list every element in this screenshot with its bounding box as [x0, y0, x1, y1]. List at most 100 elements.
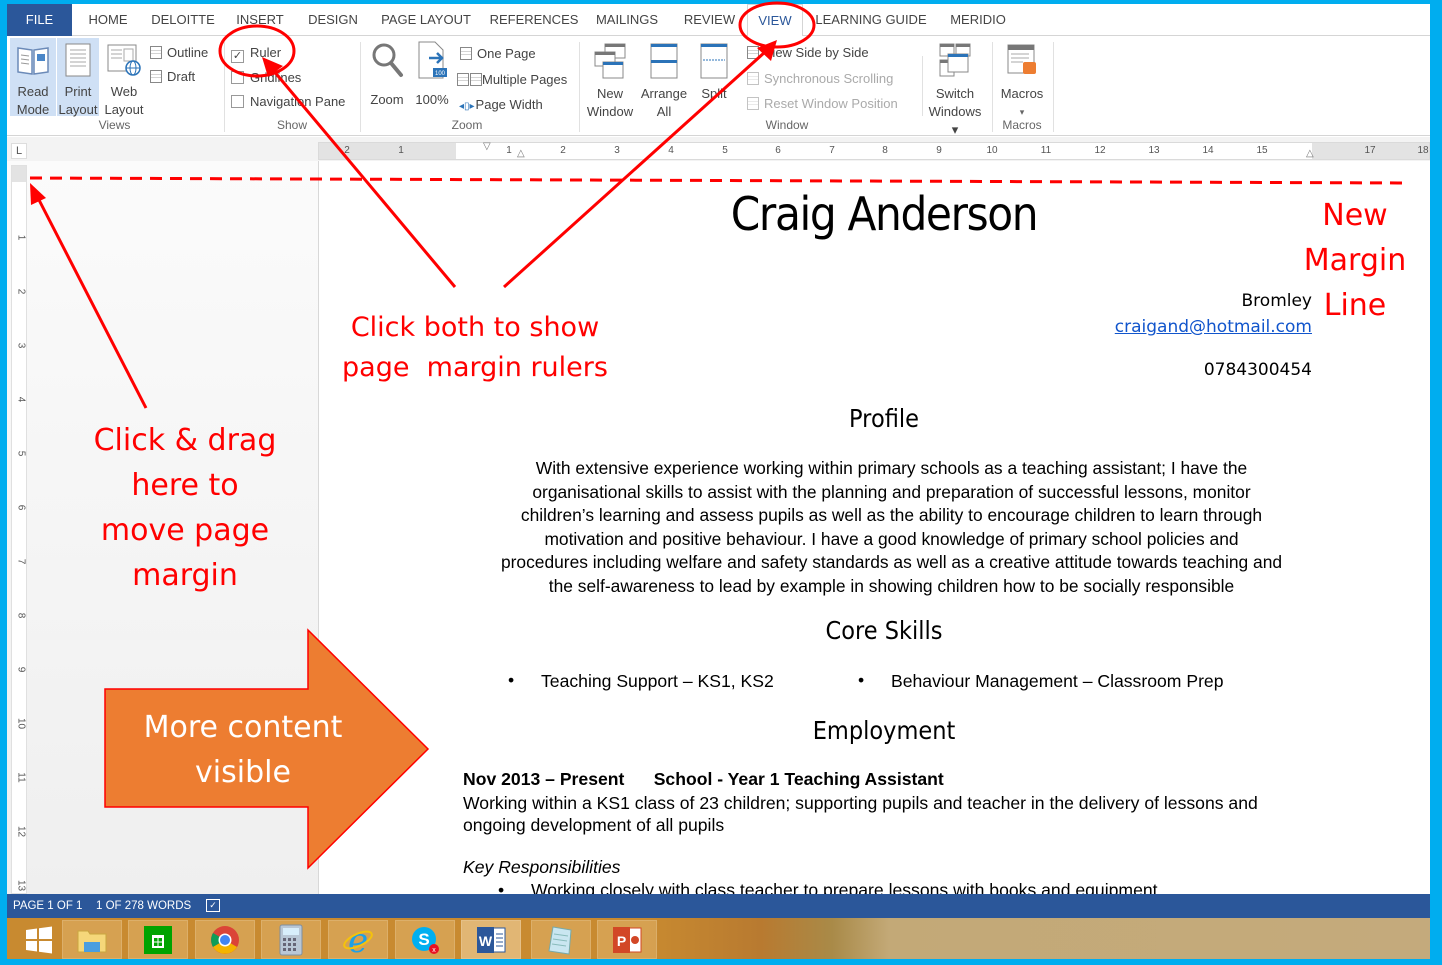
resume-email-link[interactable]: craigand@hotmail.com [1115, 317, 1312, 337]
taskbar-calculator[interactable] [261, 920, 321, 959]
new-window-label-line1: New [596, 86, 623, 101]
ruler-label: Ruler [250, 45, 282, 60]
skill-item: • Behaviour Management – Classroom Prep [858, 670, 1224, 692]
taskbar-notepad[interactable] [531, 920, 591, 959]
document-page[interactable]: Craig Anderson Bromley craigand@hotmail.… [319, 161, 1430, 894]
one-page-label: One Page [477, 46, 536, 61]
word-icon: W [477, 926, 506, 953]
new-window-button[interactable]: New Window [585, 38, 635, 119]
tab-view[interactable]: VIEW [747, 4, 803, 37]
tab-home[interactable]: HOME [80, 4, 136, 36]
navigation-pane-checkbox[interactable]: Navigation Pane [231, 93, 345, 111]
profile-heading: Profile [849, 404, 919, 433]
svg-text:x: x [432, 947, 436, 954]
one-page-button[interactable]: One Page [460, 45, 536, 63]
taskbar-skype[interactable]: Sx [395, 920, 455, 959]
split-label: Split [701, 86, 727, 101]
page-width-button[interactable]: ◂▯▸Page Width [459, 96, 543, 116]
first-line-indent-marker[interactable]: ▽ [483, 141, 491, 152]
view-side-by-side-button[interactable]: View Side by Side [747, 44, 869, 62]
tab-insert[interactable]: INSERT [230, 4, 290, 36]
profile-line: organisational skills to assist with the… [532, 481, 1251, 502]
tab-mailings[interactable]: MAILINGS [591, 4, 663, 36]
ruler-row: L 2 1 1 2 3 4 5 6 7 8 9 10 11 12 13 14 15 17 18 ▽ △ △ [7, 137, 1430, 161]
start-button[interactable] [9, 920, 69, 959]
page-width-label: Page Width [475, 97, 543, 112]
group-label-window: Window [765, 118, 809, 132]
arrange-all-label-line2: All [656, 104, 672, 119]
group-separator [1053, 42, 1054, 132]
taskbar-chrome[interactable] [195, 920, 255, 959]
profile-line: With extensive experience working within… [535, 458, 1248, 478]
ruler-tick-label: 1 [15, 234, 27, 241]
tab-deloitte[interactable]: DELOITTE [145, 4, 221, 36]
horizontal-ruler[interactable]: 2 1 1 2 3 4 5 6 7 8 9 10 11 12 13 14 15 17 18 ▽ △ △ [318, 141, 1430, 160]
web-layout-button[interactable]: Web Layout [101, 38, 147, 117]
taskbar-word[interactable]: W [461, 920, 521, 959]
view-side-by-side-label: View Side by Side [764, 45, 869, 60]
outline-label: Outline [167, 45, 209, 60]
taskbar-file-explorer[interactable] [62, 920, 122, 959]
taskbar-powerpoint[interactable]: P [597, 920, 657, 959]
group-label-show: Show [276, 118, 308, 132]
tab-learning-guide[interactable]: LEARNING GUIDE [813, 4, 929, 36]
arrange-all-button[interactable]: Arrange All [636, 38, 692, 119]
tab-stop-selector[interactable]: L [11, 143, 27, 159]
gridlines-checkbox[interactable]: Gridlines [231, 69, 301, 87]
word-count[interactable]: 1 OF 278 WORDS [96, 894, 191, 918]
tab-review[interactable]: REVIEW [677, 4, 742, 36]
proofing-icon[interactable]: ✓ [206, 899, 220, 912]
hanging-indent-marker[interactable]: △ [517, 148, 525, 159]
zoom-button[interactable]: Zoom [364, 38, 410, 116]
checkbox-checked-icon: ✓ [231, 50, 244, 63]
ruler-tick-label: 12 [1094, 145, 1106, 156]
taskbar-internet-explorer[interactable]: e [328, 920, 388, 959]
group-label-zoom: Zoom [451, 118, 483, 132]
key-responsibilities-label: Key Responsibilities [463, 857, 621, 877]
read-mode-label-line1: Read [17, 84, 49, 99]
gridlines-label: Gridlines [250, 70, 302, 85]
new-window-label-line2: Window [586, 104, 634, 119]
multiple-pages-button[interactable]: Multiple Pages [457, 71, 567, 89]
ruler-tick-label: 4 [668, 145, 674, 156]
zoom-100-label: 100% [415, 92, 449, 107]
windows-logo-icon [26, 926, 52, 953]
taskbar-store[interactable] [128, 920, 188, 959]
ruler-top-margin[interactable] [12, 166, 26, 182]
tab-design[interactable]: DESIGN [302, 4, 364, 36]
tab-page-layout[interactable]: PAGE LAYOUT [377, 4, 475, 36]
ruler-tick-label: 11 [1040, 145, 1052, 156]
draft-button[interactable]: Draft [150, 68, 195, 86]
macros-button[interactable]: Macros ▾ [995, 38, 1049, 117]
skill-item: • Teaching Support – KS1, KS2 [508, 670, 774, 692]
vertical-ruler[interactable]: 1 2 3 4 5 6 7 8 9 10 11 12 13 [11, 165, 27, 894]
tab-references[interactable]: REFERENCES [487, 4, 581, 36]
group-separator [360, 42, 361, 132]
ruler-tick-label: 11 [15, 772, 27, 783]
job-title: Nov 2013 – Present School - Year 1 Teach… [463, 769, 944, 789]
ruler-tick-label: 15 [1256, 145, 1268, 156]
page-count[interactable]: PAGE 1 OF 1 [13, 894, 82, 918]
split-button[interactable]: Split [694, 38, 734, 116]
synchronous-scrolling-button[interactable]: Synchronous Scrolling [747, 70, 893, 88]
switch-windows-button[interactable]: Switch Windows ▾ [927, 38, 983, 137]
reset-window-position-label: Reset Window Position [764, 96, 898, 111]
reset-window-position-button[interactable]: Reset Window Position [747, 95, 898, 113]
zoom-100-icon: 100 [418, 41, 447, 79]
resume-name: Craig Anderson [730, 187, 1039, 241]
right-indent-marker[interactable]: △ [1306, 148, 1314, 159]
read-mode-icon [17, 47, 49, 75]
zoom-100-button[interactable]: 100 100% [411, 38, 453, 116]
print-layout-button[interactable]: Print Layout [57, 38, 99, 117]
internet-explorer-icon: e [343, 924, 373, 956]
tab-file[interactable]: FILE [7, 4, 72, 36]
outline-button[interactable]: Outline [150, 44, 208, 62]
ruler-checkbox[interactable]: ✓ Ruler [231, 44, 281, 63]
web-layout-label-line2: Layout [104, 102, 144, 117]
switch-windows-icon [939, 43, 971, 77]
profile-paragraph: With extensive experience working within… [459, 457, 1324, 598]
tab-meridio[interactable]: MERIDIO [944, 4, 1012, 36]
web-layout-label-line1: Web [110, 84, 138, 99]
read-mode-button[interactable]: Read Mode [10, 38, 56, 117]
bullet-icon: • [498, 880, 505, 894]
